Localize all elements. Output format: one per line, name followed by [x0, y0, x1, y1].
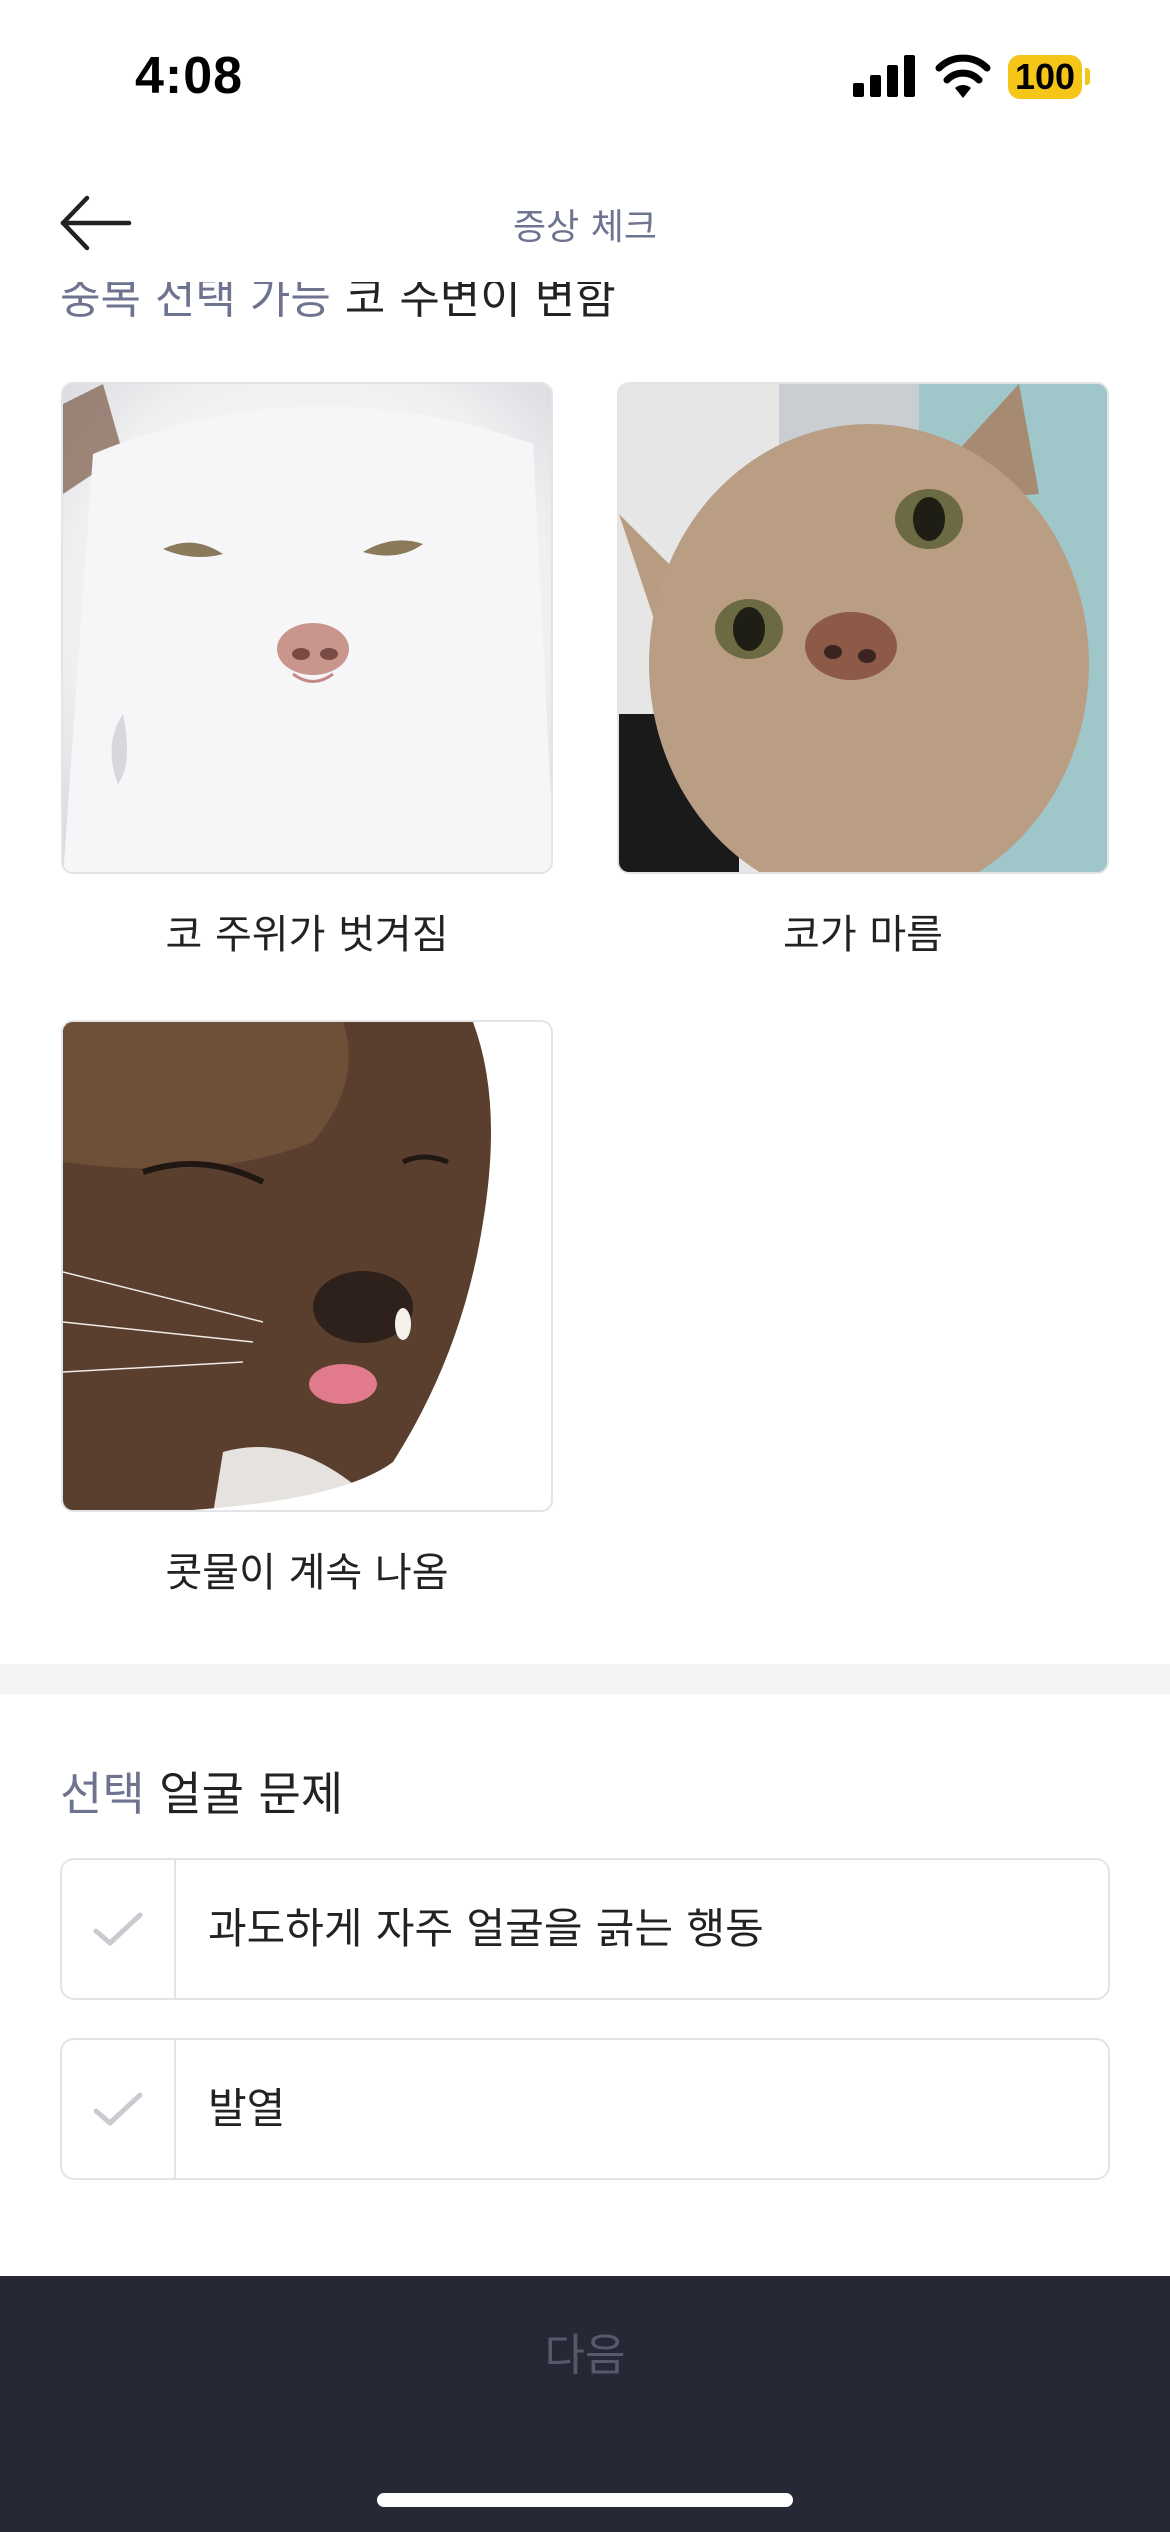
cellular-signal-icon: [853, 55, 915, 97]
option-scratching-face[interactable]: 과도하게 자주 얼굴을 긁는 행동: [60, 1858, 1110, 2000]
home-indicator[interactable]: [377, 2493, 793, 2507]
tan-cat-photo: [617, 382, 1109, 874]
section-heading-clipped: 중복 선택 가능 코 주변이 변함: [60, 282, 960, 334]
symptom-card-peeling-nose[interactable]: 코 주위가 벗겨짐: [61, 382, 553, 960]
check-cell: [62, 1860, 176, 1998]
checkmark-icon: [93, 1912, 143, 1946]
option-label: 과도하게 자주 얼굴을 긁는 행동: [208, 1904, 764, 1953]
card-label: 코 주위가 벗겨짐: [165, 912, 449, 958]
section-divider: [0, 1664, 1170, 1694]
battery-level: 100: [1014, 56, 1076, 97]
option-label: 발열: [208, 2084, 286, 2133]
symptom-card-dry-nose[interactable]: 코가 마름: [617, 382, 1109, 960]
checkmark-icon: [93, 2092, 143, 2126]
section-heading: 선택 얼굴 문제: [60, 1758, 343, 1824]
option-fever[interactable]: 발열: [60, 2038, 1110, 2180]
card-label: 콧물이 계속 나옴: [165, 1550, 449, 1596]
section-heading-text: 얼굴 문제: [159, 1767, 344, 1821]
card-label: 코가 마름: [783, 912, 943, 958]
symptom-card-runny-nose[interactable]: 콧물이 계속 나옴: [61, 1020, 553, 1598]
status-time: 4:08: [135, 47, 244, 105]
header: 증상 체크: [0, 160, 1170, 280]
single-select-tag: 선택: [60, 1767, 145, 1821]
section-heading-text: 코 주변이 변함: [344, 282, 616, 324]
wifi-icon: [935, 54, 991, 98]
brown-cat-photo: [61, 1020, 553, 1512]
check-cell: [62, 2040, 176, 2178]
symptom-check-screen: 4:08 100 증상 체크 중복 선택 가능 코 주변이 변함 코 주위가 벗…: [0, 0, 1170, 2532]
page-title: 증상 체크: [513, 207, 657, 248]
section-heading: 중복 선택 가능 코 주변이 변함: [60, 282, 616, 326]
status-bar: 4:08 100: [0, 0, 1170, 150]
battery-tip: [1085, 68, 1090, 85]
battery-indicator: 100: [1008, 55, 1082, 99]
white-cat-photo: [61, 382, 553, 874]
next-button[interactable]: 다음: [0, 2276, 1170, 2426]
multi-select-tag: 중복 선택 가능: [60, 282, 331, 324]
